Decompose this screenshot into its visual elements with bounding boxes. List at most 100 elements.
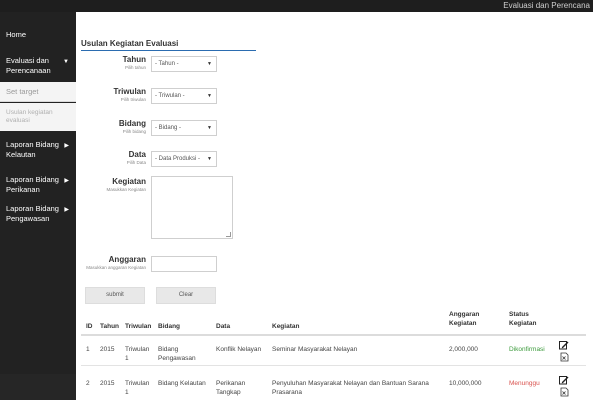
tahun-hint: Pilih tahun (124, 65, 146, 70)
sidebar-item-label: Set target (6, 87, 39, 96)
cell-status: Menunggu (509, 380, 540, 387)
sidebar-item-label: Laporan Bidang Kelautan (6, 140, 59, 159)
cell-triwulan-l1: Triwulan (125, 346, 150, 353)
col-header-status: Status Kegiatan (509, 310, 536, 328)
col-header-status-l1: Status (509, 311, 529, 318)
cell-kegiatan-l2: Prasarana (272, 389, 302, 396)
chevron-right-icon: ▶ (64, 207, 69, 213)
col-header-anggaran-l2: Kegiatan (449, 320, 477, 327)
dropdown-arrow-icon: ▼ (207, 125, 212, 131)
cell-bidang: Bidang Kelautan (158, 380, 206, 387)
triwulan-label-group: Triwulan Pilih triwulan (76, 87, 146, 102)
col-header-status-l2: Kegiatan (509, 320, 537, 327)
cell-data: Konflik Nelayan (216, 346, 262, 353)
cell-data-l1: Perikanan (216, 380, 246, 387)
sidebar-item-label: Laporan Bidang Pengawasan (6, 204, 59, 223)
submit-button[interactable]: submit (85, 287, 145, 304)
dropdown-arrow-icon: ▼ (207, 156, 212, 162)
cell-anggaran: 2,000,000 (449, 346, 478, 353)
kegiatan-textarea[interactable] (151, 176, 233, 239)
sidebar-item-label: Laporan Bidang Perikanan (6, 175, 59, 194)
cell-triwulan: Triwulan 1 (125, 379, 149, 397)
col-header-bidang: Bidang (158, 323, 181, 330)
cell-bidang: Bidang Pengawasan (158, 345, 196, 363)
chevron-down-icon: ▼ (63, 59, 69, 65)
edit-icon[interactable] (559, 340, 569, 350)
sidebar-item-usulan-kegiatan[interactable]: Usulan kegiatan evaluasi (0, 103, 76, 131)
triwulan-select[interactable]: - Triwulan - ▼ (151, 88, 217, 104)
sidebar-item-label: Evaluasi dan Perencanaan (6, 56, 51, 75)
dropdown-arrow-icon: ▼ (207, 61, 212, 67)
top-bar: Evaluasi dan Perencana (0, 0, 593, 12)
anggaran-label-group: Anggaran Masukkan anggaran Kegiatan (76, 255, 146, 270)
cell-status: Dikonfirmasi (509, 346, 545, 353)
col-header-kegiatan: Kegiatan (272, 323, 300, 330)
sidebar: Home Evaluasi dan Perencanaan ▼ Set targ… (0, 12, 76, 400)
sidebar-item-laporan-pengawasan[interactable]: Laporan Bidang Pengawasan ▶ (0, 204, 76, 224)
edit-icon[interactable] (559, 375, 569, 385)
col-header-data: Data (216, 323, 231, 330)
dropdown-arrow-icon: ▼ (207, 93, 212, 99)
triwulan-hint: Pilih triwulan (120, 97, 146, 102)
kegiatan-hint: Masukkan Kegiatan (106, 187, 146, 192)
delete-icon[interactable] (560, 352, 569, 362)
tahun-select[interactable]: - Tahun - ▼ (151, 56, 217, 72)
bidang-label: Bidang (118, 119, 146, 128)
bidang-select[interactable]: - Bidang - ▼ (151, 120, 217, 136)
anggaran-label: Anggaran (108, 255, 146, 264)
col-header-id: ID (86, 323, 93, 330)
main-content: Usulan Kegiatan Evaluasi Tahun Pilih tah… (76, 12, 593, 400)
sidebar-footer (0, 374, 76, 400)
sidebar-item-home[interactable]: Home (0, 30, 76, 40)
kegiatan-label: Kegiatan (112, 177, 146, 186)
anggaran-hint: Masukkan anggaran Kegiatan (86, 265, 146, 270)
sidebar-item-label: Home (6, 30, 27, 39)
cell-data: Perikanan Tangkap (216, 379, 245, 397)
bidang-select-value: - Bidang - (155, 125, 182, 131)
cell-data-l2: Tangkap (216, 389, 241, 396)
cell-kegiatan: Penyuluhan Masyarakat Nelayan dan Bantua… (272, 379, 429, 397)
cell-triwulan: Triwulan 1 (125, 345, 149, 363)
cell-bidang-l1: Bidang (158, 346, 179, 353)
data-select-value: - Data Produksi - (155, 156, 201, 162)
sidebar-item-set-target[interactable]: Set target (0, 82, 76, 102)
bidang-hint: Pilih bidang (122, 129, 146, 134)
cell-kegiatan: Seminar Masyarakat Nelayan (272, 346, 358, 353)
col-header-anggaran-l1: Anggaran (449, 311, 480, 318)
col-header-triwulan: Triwulan (125, 323, 152, 330)
bidang-label-group: Bidang Pilih bidang (76, 119, 146, 134)
data-label-group: Data Pilih Data (76, 150, 146, 165)
cell-id: 2 (86, 380, 90, 387)
sidebar-item-laporan-kelautan[interactable]: Laporan Bidang Kelautan ▶ (0, 140, 76, 160)
form-title: Usulan Kegiatan Evaluasi (81, 39, 179, 48)
sidebar-item-evaluasi-perencanaan[interactable]: Evaluasi dan Perencanaan ▼ (0, 56, 76, 76)
table-header-divider (81, 334, 586, 336)
chevron-right-icon: ▶ (64, 178, 69, 184)
col-header-tahun: Tahun (100, 323, 120, 330)
cell-kegiatan-l1: Penyuluhan Masyarakat Nelayan dan Bantua… (272, 380, 429, 387)
delete-icon[interactable] (560, 387, 569, 397)
cell-id: 1 (86, 346, 90, 353)
app-title: Evaluasi dan Perencana (503, 1, 590, 10)
data-select[interactable]: - Data Produksi - ▼ (151, 151, 217, 167)
sidebar-item-label: Usulan kegiatan evaluasi (6, 109, 53, 124)
triwulan-label: Triwulan (113, 87, 146, 96)
cell-tahun: 2015 (100, 380, 115, 387)
sidebar-item-laporan-perikanan[interactable]: Laporan Bidang Perikanan ▶ (0, 175, 76, 195)
cell-anggaran: 10,000,000 (449, 380, 482, 387)
resize-grip-icon[interactable] (226, 232, 231, 237)
chevron-right-icon: ▶ (64, 143, 69, 149)
clear-button[interactable]: Clear (156, 287, 216, 304)
triwulan-select-value: - Triwulan - (155, 93, 185, 99)
col-header-anggaran: Anggaran Kegiatan (449, 310, 479, 328)
tahun-label-group: Tahun Pilih tahun (76, 55, 146, 70)
data-hint: Pilih Data (126, 160, 146, 165)
cell-triwulan-l2: 1 (125, 389, 129, 396)
cell-triwulan-l2: 1 (125, 355, 129, 362)
kegiatan-label-group: Kegiatan Masukkan Kegiatan (76, 177, 146, 192)
cell-tahun: 2015 (100, 346, 115, 353)
anggaran-input[interactable] (151, 256, 217, 272)
cell-bidang-l2: Pengawasan (158, 355, 196, 362)
row-divider (81, 365, 586, 366)
tahun-label: Tahun (122, 55, 146, 64)
